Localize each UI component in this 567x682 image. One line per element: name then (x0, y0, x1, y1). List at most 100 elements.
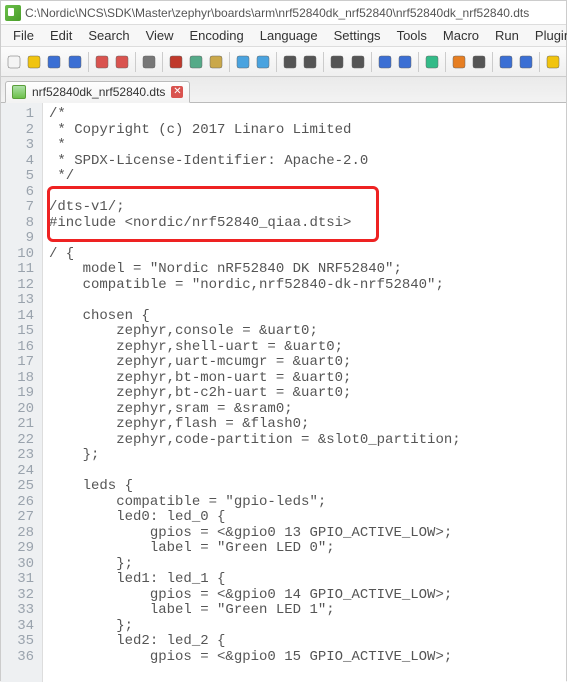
line-number: 27 (5, 510, 34, 526)
zoom-in-icon[interactable] (328, 51, 346, 73)
code-area[interactable]: /* * Copyright (c) 2017 Linaro Limited *… (43, 103, 566, 682)
line-number: 12 (5, 278, 34, 294)
code-line[interactable]: compatible = "gpio-leds"; (49, 495, 560, 511)
line-number: 33 (5, 603, 34, 619)
window-title: C:\Nordic\NCS\SDK\Master\zephyr\boards\a… (25, 6, 529, 20)
save-icon[interactable] (45, 51, 63, 73)
indent-guide-icon[interactable] (450, 51, 468, 73)
menu-item-encoding[interactable]: Encoding (182, 26, 252, 45)
code-line[interactable]: zephyr,shell-uart = &uart0; (49, 340, 560, 356)
code-line[interactable]: * SPDX-License-Identifier: Apache-2.0 (49, 154, 560, 170)
line-number: 34 (5, 619, 34, 635)
code-line[interactable]: /* (49, 107, 560, 123)
tab-active[interactable]: nrf52840dk_nrf52840.dts ✕ (5, 81, 190, 103)
menu-item-edit[interactable]: Edit (42, 26, 80, 45)
toolbar-separator (162, 52, 163, 72)
code-line[interactable]: #include <nordic/nrf52840_qiaa.dtsi> (49, 216, 560, 232)
line-number: 19 (5, 386, 34, 402)
sync-v-icon[interactable] (375, 51, 393, 73)
editor[interactable]: 1234567891011121314151617181920212223242… (1, 103, 566, 682)
code-line[interactable] (49, 185, 560, 201)
menu-item-run[interactable]: Run (487, 26, 527, 45)
menu-item-view[interactable]: View (138, 26, 182, 45)
code-line[interactable]: zephyr,code-partition = &slot0_partition… (49, 433, 560, 449)
zoom-out-icon[interactable] (348, 51, 366, 73)
undo-icon[interactable] (234, 51, 252, 73)
code-line[interactable]: zephyr,flash = &flash0; (49, 417, 560, 433)
code-line[interactable]: label = "Green LED 1"; (49, 603, 560, 619)
close-icon[interactable] (93, 51, 111, 73)
code-line[interactable]: gpios = <&gpio0 14 GPIO_ACTIVE_LOW>; (49, 588, 560, 604)
toolbar-separator (88, 52, 89, 72)
code-line[interactable] (49, 293, 560, 309)
code-line[interactable]: compatible = "nordic,nrf52840-dk-nrf5284… (49, 278, 560, 294)
code-line[interactable]: led2: led_2 { (49, 634, 560, 650)
code-line[interactable]: gpios = <&gpio0 13 GPIO_ACTIVE_LOW>; (49, 526, 560, 542)
new-file-icon[interactable] (5, 51, 23, 73)
code-line[interactable]: zephyr,console = &uart0; (49, 324, 560, 340)
code-line[interactable]: leds { (49, 479, 560, 495)
tab-close-button[interactable]: ✕ (171, 86, 183, 98)
code-line[interactable]: * Copyright (c) 2017 Linaro Limited (49, 123, 560, 139)
redo-icon[interactable] (254, 51, 272, 73)
func-list-icon[interactable] (517, 51, 535, 73)
tab-label: nrf52840dk_nrf52840.dts (32, 85, 165, 99)
code-line[interactable]: * (49, 138, 560, 154)
replace-icon[interactable] (301, 51, 319, 73)
menu-item-settings[interactable]: Settings (326, 26, 389, 45)
line-number: 11 (5, 262, 34, 278)
code-line[interactable]: model = "Nordic nRF52840 DK NRF52840"; (49, 262, 560, 278)
menu-item-macro[interactable]: Macro (435, 26, 487, 45)
code-line[interactable]: }; (49, 448, 560, 464)
code-line[interactable]: */ (49, 169, 560, 185)
toolbar-separator (418, 52, 419, 72)
code-line[interactable]: zephyr,bt-c2h-uart = &uart0; (49, 386, 560, 402)
menu-item-language[interactable]: Language (252, 26, 326, 45)
paste-icon[interactable] (207, 51, 225, 73)
line-number: 29 (5, 541, 34, 557)
sync-h-icon[interactable] (396, 51, 414, 73)
toolbar-separator (492, 52, 493, 72)
menu-item-tools[interactable]: Tools (389, 26, 435, 45)
code-line[interactable]: /dts-v1/; (49, 200, 560, 216)
line-number: 18 (5, 371, 34, 387)
code-line[interactable]: led0: led_0 { (49, 510, 560, 526)
find-icon[interactable] (281, 51, 299, 73)
code-line[interactable]: gpios = <&gpio0 15 GPIO_ACTIVE_LOW>; (49, 650, 560, 666)
menu-item-file[interactable]: File (5, 26, 42, 45)
code-line[interactable]: zephyr,sram = &sram0; (49, 402, 560, 418)
line-number: 20 (5, 402, 34, 418)
menu-item-search[interactable]: Search (80, 26, 137, 45)
code-line[interactable]: label = "Green LED 0"; (49, 541, 560, 557)
code-line[interactable] (49, 231, 560, 247)
line-number: 15 (5, 324, 34, 340)
code-line[interactable]: chosen { (49, 309, 560, 325)
wrap-icon[interactable] (423, 51, 441, 73)
open-file-icon[interactable] (25, 51, 43, 73)
code-line[interactable]: zephyr,uart-mcumgr = &uart0; (49, 355, 560, 371)
toolbar-separator (135, 52, 136, 72)
code-line[interactable]: }; (49, 619, 560, 635)
menu-item-plugins[interactable]: Plugins (527, 26, 567, 45)
folder-icon[interactable] (544, 51, 562, 73)
code-line[interactable]: / { (49, 247, 560, 263)
toolbar-separator (445, 52, 446, 72)
code-line[interactable]: }; (49, 557, 560, 573)
code-line[interactable]: led1: led_1 { (49, 572, 560, 588)
code-line[interactable]: zephyr,bt-mon-uart = &uart0; (49, 371, 560, 387)
toolbar-separator (371, 52, 372, 72)
doc-map-icon[interactable] (497, 51, 515, 73)
toolbar-separator (229, 52, 230, 72)
line-number: 24 (5, 464, 34, 480)
save-all-icon[interactable] (66, 51, 84, 73)
copy-icon[interactable] (187, 51, 205, 73)
line-number: 23 (5, 448, 34, 464)
print-icon[interactable] (140, 51, 158, 73)
eol-icon[interactable] (470, 51, 488, 73)
line-number: 5 (5, 169, 34, 185)
code-line[interactable] (49, 464, 560, 480)
line-number: 36 (5, 650, 34, 666)
cut-icon[interactable] (167, 51, 185, 73)
close-all-icon[interactable] (113, 51, 131, 73)
line-number-gutter: 1234567891011121314151617181920212223242… (1, 103, 43, 682)
